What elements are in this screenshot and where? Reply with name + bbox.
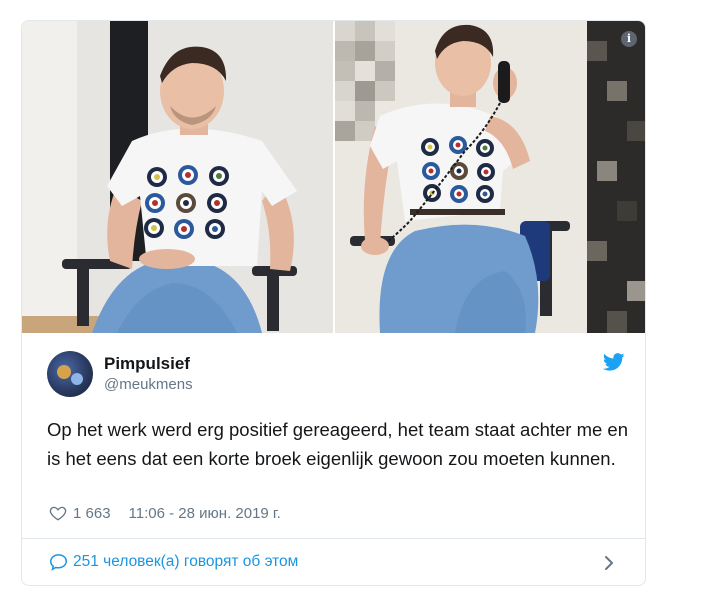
info-icon[interactable]: i	[621, 31, 637, 47]
heart-icon[interactable]	[49, 504, 67, 522]
photo-right-image	[335, 21, 645, 333]
talking-about-label[interactable]: 251 человек(а) говорят об этом	[73, 553, 298, 571]
tweet-media[interactable]: i	[22, 21, 645, 333]
author-name[interactable]: Pimpulsief	[104, 354, 190, 374]
tweet-meta: 1 663 11:06 - 28 июн. 2019 г.	[49, 503, 281, 523]
tweet-author[interactable]: Pimpulsief @meukmens	[47, 351, 625, 397]
photo-left[interactable]	[22, 21, 333, 333]
like-count[interactable]: 1 663	[73, 505, 111, 522]
photo-right[interactable]: i	[335, 21, 645, 333]
tweet-card[interactable]: i Pimpulsief @meukmens Op het werk werd …	[21, 20, 646, 586]
twitter-bird-icon[interactable]	[603, 353, 625, 371]
photo-left-image	[22, 21, 333, 333]
tweet-timestamp[interactable]: 11:06 - 28 июн. 2019 г.	[129, 505, 281, 522]
chevron-right-icon[interactable]	[603, 554, 615, 572]
author-handle[interactable]: @meukmens	[104, 376, 193, 393]
avatar[interactable]	[47, 351, 93, 397]
talking-about-link[interactable]: 251 человек(а) говорят об этом	[49, 553, 298, 571]
divider	[22, 538, 645, 539]
speech-bubble-icon	[49, 554, 68, 571]
tweet-text: Op het werk werd erg positief gereageerd…	[47, 419, 629, 469]
